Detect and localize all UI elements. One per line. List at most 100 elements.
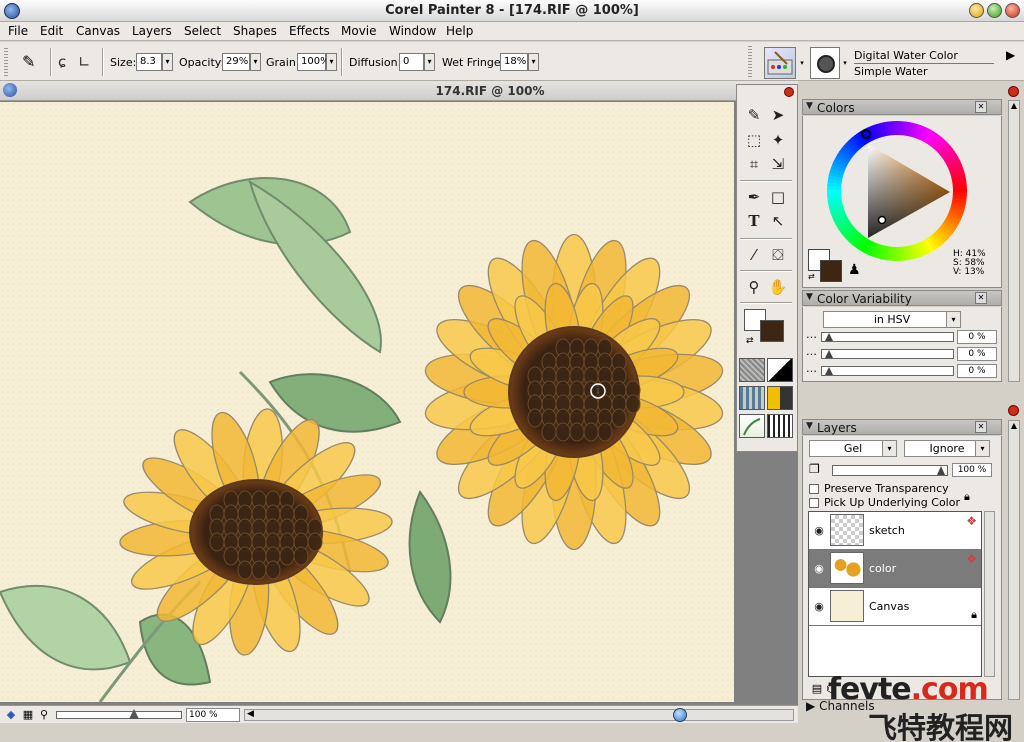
menu-shapes[interactable]: Shapes [233,24,277,38]
straight-line-stroke-icon[interactable]: ∟ [78,54,91,70]
brush-variant-dropdown[interactable]: ▾ [841,47,849,79]
wet-fringe-dropdown[interactable]: ▾ [528,53,539,71]
swap-colors-icon[interactable]: ⇄ [808,272,815,281]
layers-panel-header[interactable]: ▼ Layers ✕ [802,419,1002,435]
panel-close-icon[interactable]: ✕ [975,292,987,304]
brush-category-dropdown[interactable]: ▾ [798,47,806,79]
close-button[interactable] [1005,3,1020,18]
grid-icon[interactable]: ▦ [21,708,35,722]
collapse-triangle-icon[interactable]: ▼ [806,101,813,111]
wet-fringe-field[interactable]: 18% [500,53,528,71]
eye-icon[interactable]: ◉ [811,599,827,615]
horizontal-scrollbar[interactable]: ◀ [244,708,794,722]
color-wheel[interactable] [826,120,968,262]
eye-icon[interactable]: ◉ [811,561,827,577]
brush-icon[interactable]: ✎ [743,104,765,126]
menu-edit[interactable]: Edit [40,24,63,38]
brush-variant-name[interactable]: Simple Water [854,65,928,78]
maximize-button[interactable] [987,3,1002,18]
menu-layers[interactable]: Layers [132,24,172,38]
variability-value[interactable]: 0 % [957,330,997,344]
panel-close-icon[interactable]: ✕ [975,101,987,113]
grain-dropdown[interactable]: ▾ [326,53,337,71]
menu-effects[interactable]: Effects [289,24,330,38]
layer-commands-icon[interactable]: ▤ [810,682,824,696]
layers-palette-scrollbar[interactable]: ▲ [1008,420,1020,700]
secondary-color-swatch[interactable] [760,320,784,342]
zoom-icon[interactable]: ⚲ [37,708,51,722]
colors-palette-scrollbar[interactable]: ▲ [1008,100,1020,382]
layer-opacity-value[interactable]: 100 % [952,463,992,477]
composite-method-select[interactable]: Gel ▾ [809,440,897,457]
layer-row-color[interactable]: ◉ color ❖ [809,550,981,588]
menu-window[interactable]: Window [389,24,436,38]
variability-slider[interactable] [821,332,954,342]
clone-color-stamp-icon[interactable]: ♟ [848,262,861,278]
toolbox-close-icon[interactable] [784,87,794,97]
scroll-thumb[interactable] [673,708,687,722]
propbar-grip[interactable] [4,48,8,76]
dropper-icon[interactable]: ⁄ [743,244,765,266]
layer-opacity-slider[interactable] [832,465,948,476]
magnifier-icon[interactable]: ⚲ [743,276,765,298]
swap-colors-icon[interactable]: ⇄ [746,336,754,346]
look-selector-icon[interactable] [739,414,765,438]
menu-movie[interactable]: Movie [341,24,377,38]
text-icon[interactable]: T [743,210,765,232]
grain-field[interactable]: 100% [297,53,330,71]
color-variability-panel-header[interactable]: ▼ Color Variability ✕ [802,290,1002,306]
lock-icon[interactable]: 🔒︎ [964,490,970,504]
opacity-dropdown[interactable]: ▾ [250,53,261,71]
colors-palette-close-icon[interactable] [1008,86,1019,97]
menu-canvas[interactable]: Canvas [76,24,120,38]
collapse-triangle-icon[interactable]: ▼ [806,292,813,302]
paint-bucket-icon[interactable]: ⛋ [767,244,789,266]
collapse-triangle-icon[interactable]: ▼ [806,421,813,431]
rectangular-selection-icon[interactable]: ⬚ [743,129,765,151]
menu-help[interactable]: Help [446,24,473,38]
paper-selector-icon[interactable] [739,358,765,382]
layer-adjuster-icon[interactable]: ◆ [4,708,18,722]
propbar-expand-arrow-icon[interactable]: ▶ [1006,48,1015,62]
freehand-stroke-icon[interactable]: ɕ [58,54,66,70]
crop-icon[interactable]: ⌗ [743,153,765,175]
additional-color-swatch[interactable] [820,260,842,282]
brush-category-icon[interactable] [764,47,796,79]
minimize-button[interactable] [969,3,984,18]
gradient-selector-icon[interactable] [767,358,793,382]
zoom-value[interactable]: 100 % [186,708,240,722]
variability-value[interactable]: 0 % [957,364,997,378]
layer-adjuster-icon[interactable]: ➤ [767,104,789,126]
size-field[interactable]: 8.3 [136,53,162,71]
panel-close-icon[interactable]: ✕ [975,421,987,433]
layer-list-scrollbar[interactable] [984,511,995,677]
document-icon[interactable] [3,83,17,97]
variability-mode-select[interactable]: in HSV ▾ [823,311,961,328]
size-dropdown[interactable]: ▾ [162,53,173,71]
layers-palette-close-icon[interactable] [1008,405,1019,416]
expand-triangle-icon[interactable]: ▶ [806,699,815,713]
colors-panel-header[interactable]: ▼ Colors ✕ [802,99,1002,115]
menu-select[interactable]: Select [184,24,221,38]
eye-icon[interactable]: ◉ [811,523,827,539]
diffusion-field[interactable]: 0 [399,53,424,71]
brush-category-name[interactable]: Digital Water Color [854,49,994,64]
rectangle-shape-icon[interactable]: □ [767,186,789,208]
diffusion-dropdown[interactable]: ▾ [424,53,435,71]
weave-selector-icon[interactable] [767,386,793,410]
selection-adjuster-icon[interactable]: ⇲ [767,153,789,175]
layer-row-canvas[interactable]: ◉ Canvas 🔒︎ [809,588,981,626]
magic-wand-icon[interactable]: ✦ [767,129,789,151]
shape-selection-icon[interactable]: ↖ [767,210,789,232]
layer-row-sketch[interactable]: ◉ sketch ❖ [809,512,981,550]
menu-file[interactable]: File [8,24,28,38]
brush-tool-icon[interactable]: ✎ [22,53,40,71]
opacity-field[interactable]: 29% [222,53,250,71]
variability-slider[interactable] [821,366,954,376]
pick-up-underlying-checkbox[interactable] [809,498,819,508]
variability-slider[interactable] [821,349,954,359]
pen-icon[interactable]: ✒ [743,186,765,208]
brush-variant-icon[interactable] [810,47,840,79]
variability-value[interactable]: 0 % [957,347,997,361]
propbar-grip[interactable] [748,46,752,78]
